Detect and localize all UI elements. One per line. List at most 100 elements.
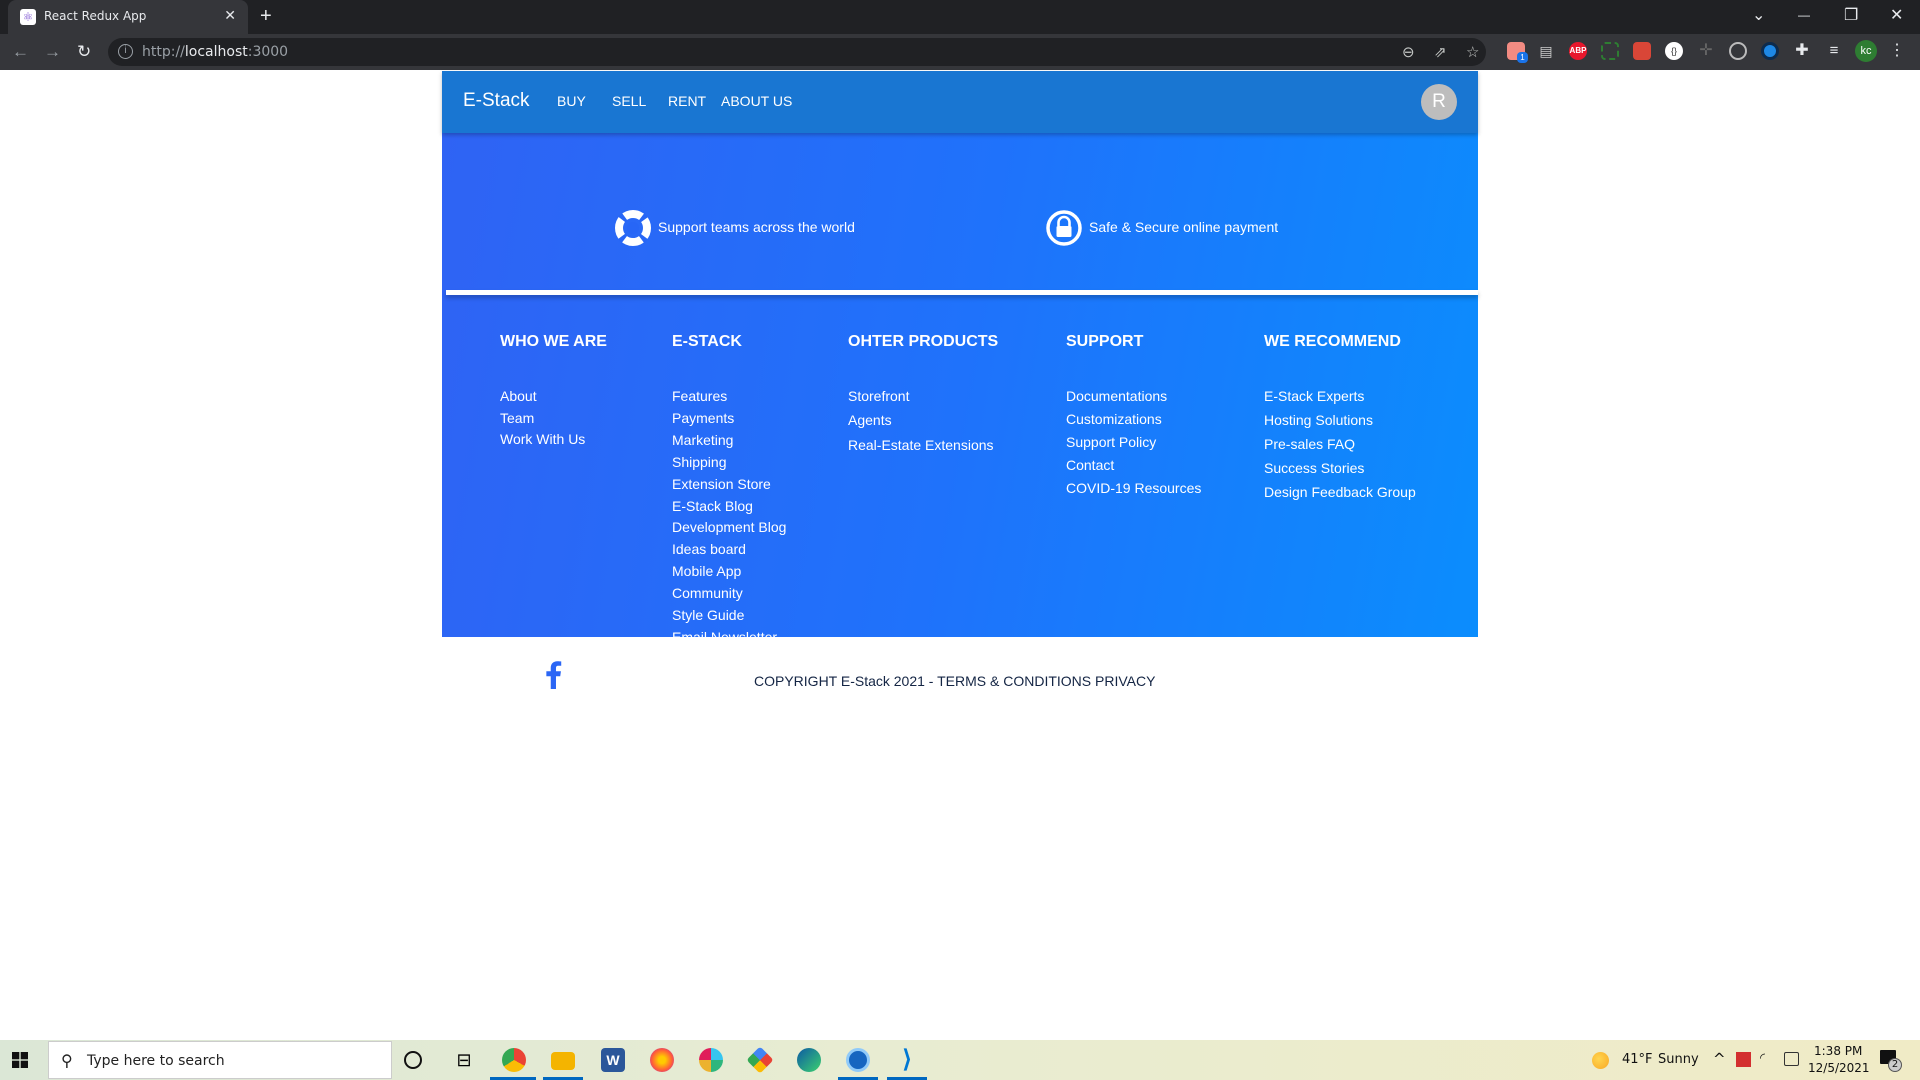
footer-link-about[interactable]: About — [500, 386, 607, 408]
tab-close-button[interactable]: ✕ — [224, 7, 236, 24]
vscode-icon[interactable]: ⟩ — [895, 1048, 919, 1072]
extension-abp-icon[interactable]: ABP — [1569, 42, 1587, 60]
new-tab-button[interactable]: + — [260, 5, 272, 28]
facebook-icon[interactable] — [537, 655, 571, 689]
antivirus-tray-icon[interactable] — [1736, 1052, 1751, 1067]
tab-title: React Redux App — [44, 9, 147, 23]
word-icon[interactable]: W — [601, 1048, 625, 1072]
footer-link-success-stories[interactable]: Success Stories — [1264, 456, 1416, 480]
edge-icon[interactable] — [797, 1048, 821, 1072]
extension-target-icon[interactable] — [1729, 42, 1747, 60]
footer-link-contact[interactable]: Contact — [1066, 454, 1201, 477]
reload-icon[interactable]: ↻ — [77, 42, 91, 62]
app-mountain-icon[interactable] — [846, 1048, 870, 1072]
url-port: :3000 — [247, 44, 289, 60]
footer-link-ideas-board[interactable]: Ideas board — [672, 539, 786, 561]
footer-link-work-with-us[interactable]: Work With Us — [500, 429, 607, 451]
window-close-button[interactable]: ✕ — [1890, 5, 1903, 25]
firefox-icon[interactable] — [650, 1048, 674, 1072]
rss-icon[interactable] — [590, 657, 623, 690]
zoom-out-icon[interactable]: ⊖ — [1402, 43, 1415, 61]
footer-column-who-we-are: WHO WE ARE About Team Work With Us — [500, 333, 607, 451]
footer-link-style-guide[interactable]: Style Guide — [672, 605, 786, 627]
bookmark-star-icon[interactable]: ☆ — [1466, 43, 1479, 61]
user-avatar[interactable]: R — [1421, 84, 1457, 120]
footer-link-support-policy[interactable]: Support Policy — [1066, 431, 1201, 454]
footer-link-agents[interactable]: Agents — [848, 408, 998, 432]
task-view-icon[interactable]: ⊟ — [452, 1048, 476, 1072]
app-root: E-Stack BUY SELL RENT ABOUT US R Support… — [442, 71, 1478, 689]
footer-link-storefront[interactable]: Storefront — [848, 384, 998, 408]
url-host: localhost — [184, 44, 248, 60]
footer-link-pre-sales-faq[interactable]: Pre-sales FAQ — [1264, 432, 1416, 456]
footer-link-e-stack-experts[interactable]: E-Stack Experts — [1264, 384, 1416, 408]
footer-link-e-stack-blog[interactable]: E-Stack Blog — [672, 496, 786, 518]
windows-start-icon[interactable] — [12, 1052, 28, 1068]
nav-sell[interactable]: SELL — [612, 93, 646, 109]
browser-tab[interactable]: ⚛ React Redux App ✕ — [8, 0, 248, 34]
extension-wave-icon[interactable] — [1761, 42, 1779, 60]
browser-menu-icon[interactable]: ⋮ — [1888, 42, 1906, 60]
footer-link-covid-resources[interactable]: COVID-19 Resources — [1066, 477, 1201, 500]
extension-crosshair-icon[interactable]: ✛ — [1697, 42, 1715, 60]
copyright-text: COPYRIGHT E-Stack 2021 - TERMS & CONDITI… — [754, 673, 1156, 689]
cortana-icon[interactable] — [404, 1051, 422, 1069]
app-diamond-icon[interactable] — [746, 1046, 774, 1074]
footer-link-extension-store[interactable]: Extension Store — [672, 474, 786, 496]
weather-sun-icon[interactable] — [1592, 1052, 1609, 1069]
feature-support-text: Support teams across the world — [658, 219, 855, 235]
footer-link-customizations[interactable]: Customizations — [1066, 408, 1201, 431]
nav-about-us[interactable]: ABOUT US — [721, 93, 792, 109]
footer-link-community[interactable]: Community — [672, 583, 786, 605]
weather-condition[interactable]: Sunny — [1658, 1052, 1699, 1067]
show-hidden-icons-chevron[interactable]: ^ — [1713, 1050, 1726, 1068]
footer-link-mobile-app[interactable]: Mobile App — [672, 561, 786, 583]
life-ring-icon — [614, 209, 652, 247]
footer-link-documentations[interactable]: Documentations — [1066, 385, 1201, 408]
chrome-taskbar-icon[interactable] — [502, 1048, 526, 1072]
url-text[interactable]: http://localhost:3000 — [142, 44, 288, 60]
footer-link-shipping[interactable]: Shipping — [672, 452, 786, 474]
clock-time[interactable]: 1:38 PM — [1814, 1044, 1862, 1058]
feature-payment-text: Safe & Secure online payment — [1089, 219, 1279, 235]
nav-rent[interactable]: RENT — [668, 93, 706, 109]
footer-link-features[interactable]: Features — [672, 386, 786, 408]
footer-link-development-blog[interactable]: Development Blog — [672, 517, 786, 539]
tab-search-button[interactable]: ⌄ — [1752, 5, 1765, 25]
footer-link-email-newsletter[interactable]: Email Newsletter — [672, 627, 786, 649]
forward-icon[interactable]: → — [44, 42, 61, 62]
extension-screenshot-icon[interactable] — [1601, 42, 1619, 60]
restore-button[interactable]: ❐ — [1844, 5, 1858, 25]
minimize-button[interactable]: — — [1798, 8, 1810, 22]
wifi-icon[interactable]: ◜ — [1760, 1051, 1765, 1066]
footer-link-marketing[interactable]: Marketing — [672, 430, 786, 452]
extension-json-icon[interactable]: {} — [1665, 42, 1683, 60]
display-tray-icon[interactable] — [1784, 1052, 1799, 1066]
browser-tab-strip: ⚛ React Redux App ✕ + ⌄ — ❐ ✕ — [0, 0, 1920, 34]
top-navbar: E-Stack BUY SELL RENT ABOUT US R — [442, 71, 1478, 133]
site-info-icon[interactable]: i — [118, 44, 133, 59]
footer-link-team[interactable]: Team — [500, 408, 607, 430]
extensions-puzzle-icon[interactable]: ✚ — [1793, 42, 1811, 60]
footer-link-design-feedback-group[interactable]: Design Feedback Group — [1264, 480, 1416, 504]
profile-avatar[interactable]: kc — [1855, 40, 1877, 62]
footer-link-hosting-solutions[interactable]: Hosting Solutions — [1264, 408, 1416, 432]
instagram-icon[interactable] — [644, 653, 680, 689]
column-title: OHTER PRODUCTS — [848, 333, 999, 350]
address-bar[interactable]: i http://localhost:3000 ⊖ ⇗ ☆ — [108, 38, 1486, 66]
share-icon[interactable]: ⇗ — [1434, 43, 1447, 61]
back-icon[interactable]: ← — [12, 42, 29, 62]
clock-date[interactable]: 12/5/2021 — [1808, 1061, 1870, 1075]
taskbar-search-box[interactable]: ⚲ Type here to search — [48, 1041, 392, 1079]
weather-temp[interactable]: 41°F — [1622, 1052, 1653, 1067]
footer-link-real-estate-extensions[interactable]: Real-Estate Extensions — [848, 433, 998, 457]
file-explorer-icon[interactable] — [551, 1052, 575, 1070]
media-control-icon[interactable]: ≡ — [1825, 42, 1843, 60]
extension-shredder-icon[interactable]: ▤ — [1537, 42, 1555, 60]
brand-logo[interactable]: E-Stack — [463, 90, 530, 112]
twitter-icon[interactable] — [475, 654, 515, 688]
slack-icon[interactable] — [699, 1048, 723, 1072]
nav-buy[interactable]: BUY — [557, 93, 586, 109]
footer-link-payments[interactable]: Payments — [672, 408, 786, 430]
extension-react-devtools-icon[interactable] — [1633, 42, 1651, 60]
